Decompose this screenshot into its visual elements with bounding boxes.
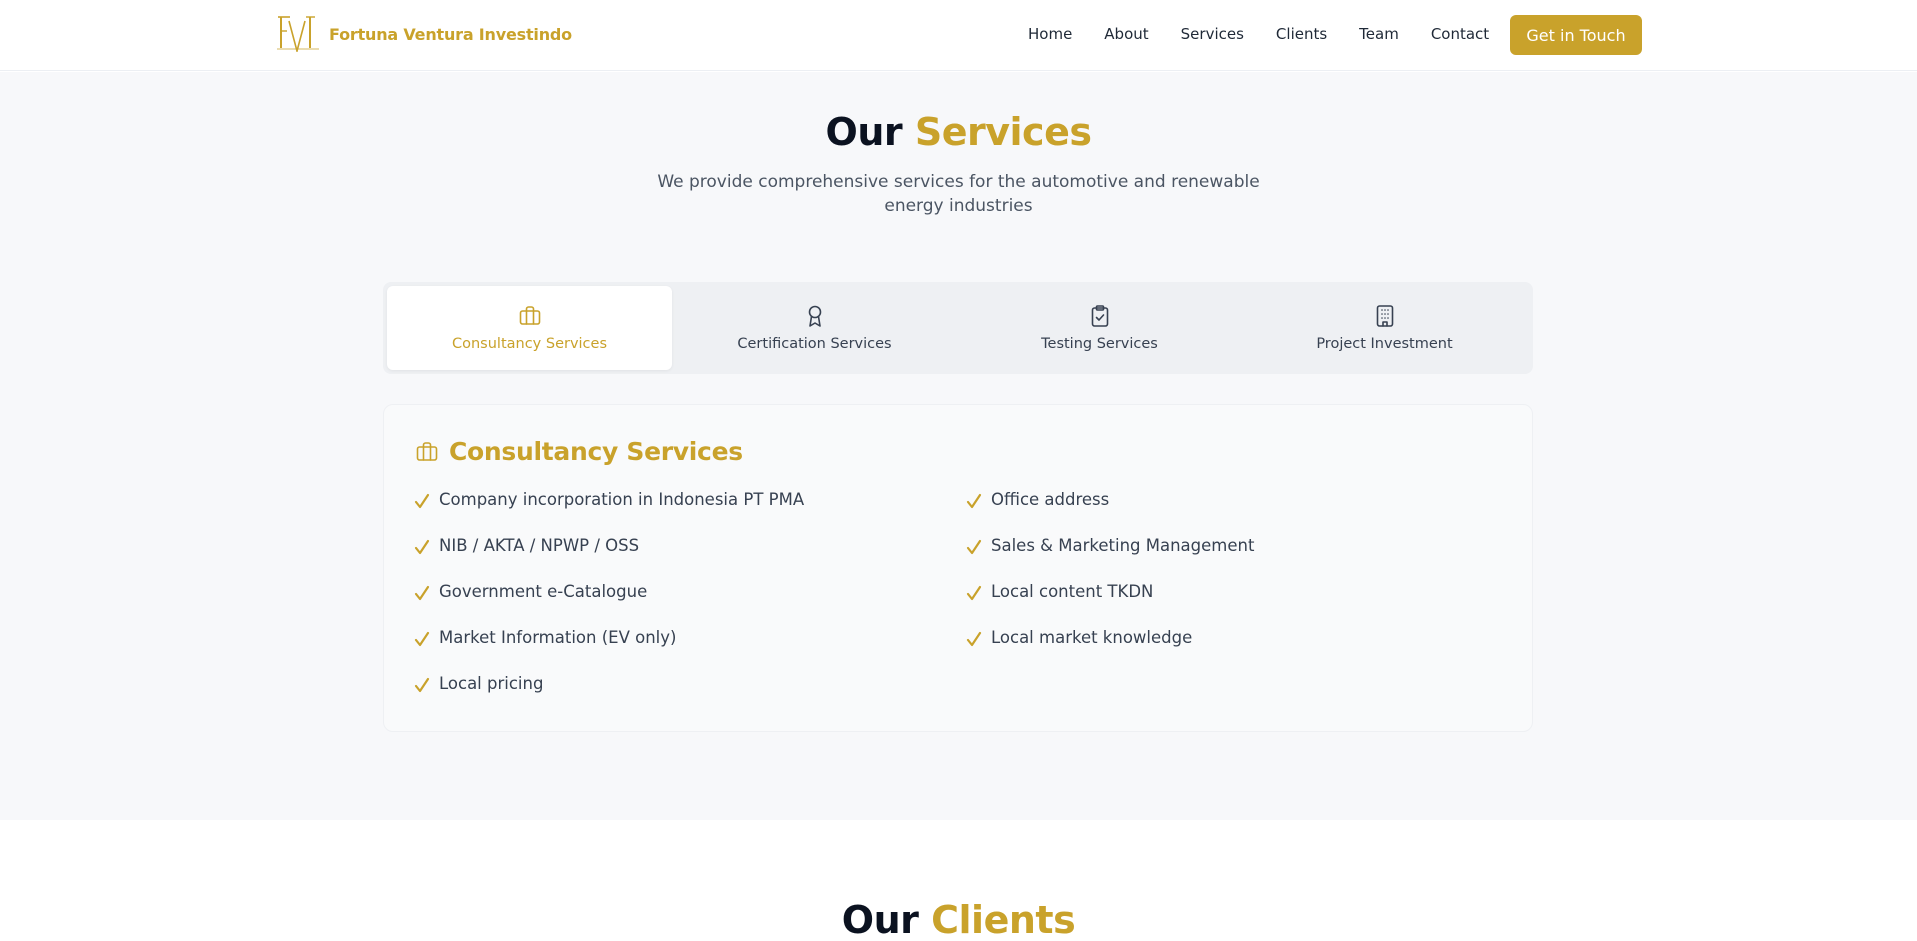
feature-item: Office address — [966, 489, 1109, 509]
panel-header: Consultancy Services — [415, 437, 743, 466]
fvi-monogram-logo — [277, 16, 319, 52]
check-icon — [414, 493, 430, 509]
feature-text: Local content TKDN — [991, 581, 1154, 601]
feature-text: Government e-Catalogue — [439, 581, 648, 601]
nav-link-home[interactable]: Home — [1028, 25, 1072, 43]
services-section: Our Services We provide comprehensive se… — [0, 72, 1917, 820]
nav-link-about[interactable]: About — [1104, 25, 1148, 43]
feature-text: Sales & Marketing Management — [991, 535, 1255, 555]
feature-item: Sales & Marketing Management — [966, 535, 1254, 555]
check-icon — [966, 585, 982, 601]
nav-link-services[interactable]: Services — [1181, 25, 1244, 43]
service-detail-panel: Consultancy Services Company incorporati… — [383, 404, 1533, 732]
panel-title: Consultancy Services — [449, 437, 743, 466]
services-heading: Our Services — [0, 110, 1917, 154]
tab-consultancy-services[interactable]: Consultancy Services — [387, 286, 672, 370]
check-icon — [414, 539, 430, 555]
feature-item: Government e-Catalogue — [414, 581, 647, 601]
award-icon — [808, 305, 821, 327]
services-heading-accent: Services — [914, 110, 1092, 154]
feature-item: Local pricing — [414, 673, 543, 693]
building-icon — [1376, 305, 1393, 327]
clients-heading-main: Our — [841, 898, 919, 941]
tab-label: Project Investment — [1316, 336, 1453, 352]
nav-link-team[interactable]: Team — [1359, 25, 1399, 43]
clients-heading: Our Clients — [0, 898, 1917, 941]
check-icon — [966, 631, 982, 647]
tab-project-investment[interactable]: Project Investment — [1242, 286, 1527, 370]
services-heading-main: Our — [825, 110, 903, 154]
tab-label: Testing Services — [1041, 336, 1158, 352]
clipboard-check-icon — [1091, 305, 1108, 327]
feature-text: Local market knowledge — [991, 627, 1193, 647]
feature-text: Company incorporation in Indonesia PT PM… — [439, 489, 805, 509]
check-icon — [966, 493, 982, 509]
tab-label: Consultancy Services — [451, 336, 608, 352]
feature-item: Local content TKDN — [966, 581, 1153, 601]
feature-item: Market Information (EV only) — [414, 627, 676, 647]
briefcase-icon — [416, 441, 438, 461]
tab-testing-services[interactable]: Testing Services — [957, 286, 1242, 370]
feature-text: Office address — [991, 489, 1110, 509]
feature-item: Local market knowledge — [966, 627, 1192, 647]
services-subtitle: We provide comprehensive services for th… — [657, 172, 1260, 216]
get-in-touch-button[interactable]: Get in Touch — [1510, 15, 1642, 55]
briefcase-icon — [519, 306, 540, 325]
main-nav: Home About Services Clients Team Contact — [1028, 25, 1489, 43]
clients-heading-accent: Clients — [931, 898, 1076, 941]
feature-item: Company incorporation in Indonesia PT PM… — [414, 489, 804, 509]
feature-text: NIB / AKTA / NPWP / OSS — [439, 535, 640, 555]
feature-item: NIB / AKTA / NPWP / OSS — [414, 535, 639, 555]
nav-link-clients[interactable]: Clients — [1276, 25, 1327, 43]
nav-link-contact[interactable]: Contact — [1431, 25, 1489, 43]
brand-name: Fortuna Ventura Investindo — [329, 24, 572, 44]
brand[interactable]: Fortuna Ventura Investindo — [275, 16, 572, 52]
feature-text: Market Information (EV only) — [439, 627, 677, 647]
check-icon — [966, 539, 982, 555]
tab-certification-services[interactable]: Certification Services — [672, 286, 957, 370]
tab-label: Certification Services — [737, 336, 892, 352]
check-icon — [414, 631, 430, 647]
top-navbar: Fortuna Ventura Investindo Home About Se… — [0, 0, 1917, 71]
check-icon — [414, 585, 430, 601]
check-icon — [414, 677, 430, 693]
feature-text: Local pricing — [439, 673, 544, 693]
services-tabs: Consultancy Services Certification Servi… — [383, 282, 1533, 374]
